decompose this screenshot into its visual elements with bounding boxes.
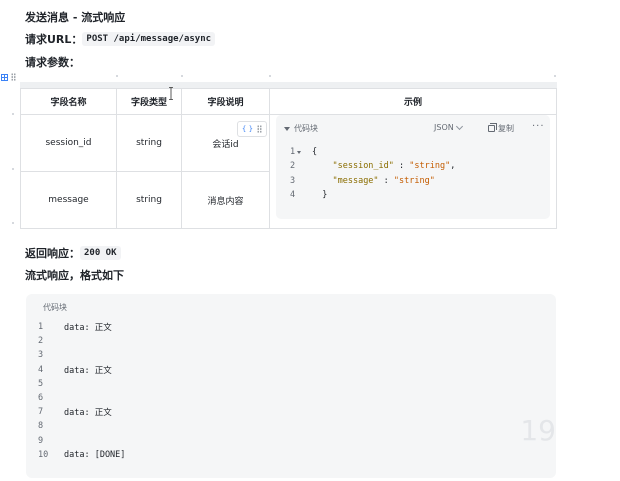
language-label: JSON <box>434 123 454 132</box>
code-line: 3 "message" : "string" <box>290 175 435 186</box>
code-line: 4 } <box>290 190 328 201</box>
table-cell-name[interactable]: session_id <box>20 114 117 172</box>
code-line: 5 <box>38 377 125 391</box>
response-label: 返回响应： <box>25 247 80 260</box>
code-format-icon[interactable]: { } <box>242 125 253 133</box>
page-title: 发送消息 - 流式响应 <box>25 11 126 24</box>
table-cell-type[interactable]: string <box>116 114 182 172</box>
table-cell-name[interactable]: message <box>20 171 117 229</box>
code-line: 3 <box>38 348 125 362</box>
table-cell-type[interactable]: string <box>116 171 182 229</box>
column-marker <box>116 75 118 77</box>
table-header-row: 字段名称 字段类型 字段说明 示例 <box>20 88 557 115</box>
code-line: 2 <box>38 334 125 348</box>
line-number: 4 <box>290 190 296 201</box>
table-header-cell[interactable]: 示例 <box>269 88 557 115</box>
block-handle[interactable] <box>1 72 21 82</box>
stream-format-label: 流式响应，格式如下 <box>25 269 124 282</box>
line-number: 2 <box>290 161 296 172</box>
response-line: 返回响应： 200 OK <box>25 245 121 261</box>
code-block-title: 代码块 <box>294 124 318 133</box>
request-url-line: 请求URL： POST /api/message/async <box>25 31 216 47</box>
code-block-title: 代码块 <box>43 303 67 312</box>
line-number: 9 <box>38 435 44 446</box>
code-line: 4 data: 正文 <box>38 364 112 376</box>
copy-button[interactable]: 复制 <box>488 123 514 134</box>
text-cursor-icon <box>169 87 173 100</box>
line-number: 8 <box>38 421 44 432</box>
column-marker <box>269 75 271 77</box>
code-line: 2 "session_id" : "string", <box>290 161 456 172</box>
table-header-cell[interactable]: 字段说明 <box>181 88 270 115</box>
json-value: "string" <box>393 175 435 186</box>
table-cell-desc[interactable]: 消息内容 <box>181 171 270 229</box>
code-line: 10 data: [DONE] <box>38 449 126 460</box>
params-table-wrapper: 字段名称 字段类型 字段说明 示例 session_id string 会话id… <box>20 82 557 229</box>
code-block-header: 代码块 JSON 复制 ··· <box>276 115 550 141</box>
line-number: 7 <box>38 407 44 418</box>
copy-icon <box>488 123 497 132</box>
row-marker <box>12 168 14 170</box>
chevron-down-icon <box>455 122 463 130</box>
collapse-triangle-icon[interactable] <box>284 126 290 131</box>
json-value: "string" <box>409 161 451 172</box>
code-line: 7 data: 正文 <box>38 407 112 419</box>
language-select[interactable]: JSON <box>434 122 463 132</box>
code-line: 6 <box>38 391 125 405</box>
line-number: 10 <box>38 449 49 460</box>
table-header-cell[interactable]: 字段名称 <box>20 88 117 115</box>
column-marker <box>554 75 556 77</box>
code-line: 1 { <box>290 147 318 158</box>
json-key: "message" <box>332 175 379 186</box>
line-number: 2 <box>38 336 44 347</box>
row-marker <box>12 222 14 224</box>
drag-dots-icon[interactable] <box>257 125 263 133</box>
line-number: 3 <box>38 350 44 361</box>
table-icon[interactable] <box>1 73 8 81</box>
line-number: 1 <box>290 147 312 157</box>
fold-arrow-icon[interactable] <box>297 150 302 154</box>
line-number: 3 <box>290 175 296 186</box>
column-marker <box>181 75 183 77</box>
code-lines[interactable]: 1 data: 正文 2 3 4 data: 正文 5 6 7 data: 正文 8 … <box>38 320 125 462</box>
drag-dots-icon[interactable] <box>11 73 16 81</box>
code-block-toggle[interactable]: 代码块 <box>284 123 318 134</box>
code-line: 9 <box>38 434 125 448</box>
request-params-label: 请求参数： <box>25 56 80 69</box>
more-options-button[interactable]: ··· <box>532 121 545 132</box>
line-number: 5 <box>38 378 44 389</box>
watermark: 19 <box>520 414 556 447</box>
cell-tool-popup[interactable]: { } <box>237 121 267 137</box>
line-number: 4 <box>38 364 44 375</box>
line-number: 6 <box>38 393 44 404</box>
row-marker <box>12 113 14 115</box>
request-url-label: 请求URL： <box>25 33 83 46</box>
line-number: 1 <box>38 322 44 333</box>
response-code[interactable]: 200 OK <box>80 246 121 260</box>
request-url-code[interactable]: POST /api/message/async <box>82 32 216 46</box>
code-line: 8 <box>38 419 125 433</box>
stream-code-block[interactable]: 代码块 1 data: 正文 2 3 4 data: 正文 5 6 7 data: 正… <box>26 294 556 478</box>
json-code-block[interactable]: 代码块 JSON 复制 ··· 1 { 2 "session_id" : "st… <box>276 115 550 219</box>
code-line: 1 data: 正文 <box>38 322 112 334</box>
json-key: "session_id" <box>332 161 394 172</box>
copy-label: 复制 <box>498 124 514 133</box>
code-lines[interactable]: 1 { 2 "session_id" : "string", 3 "messag… <box>290 145 455 202</box>
